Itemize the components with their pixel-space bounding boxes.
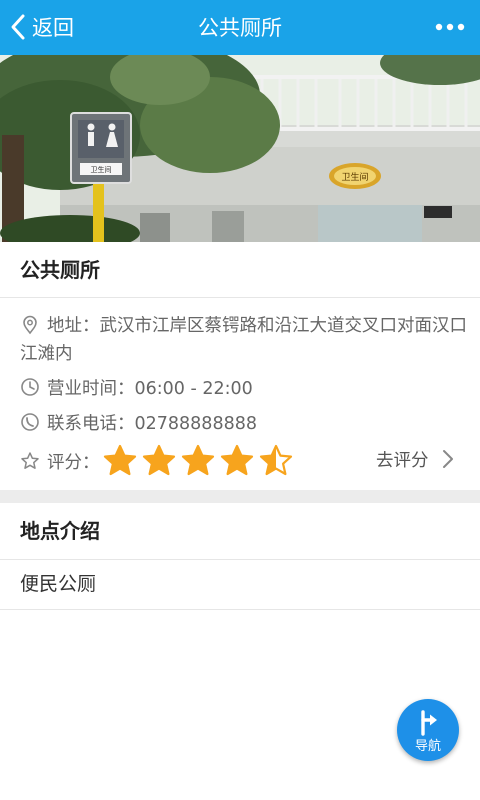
sign-text: 卫生间 (91, 165, 112, 174)
phone-icon (21, 413, 39, 431)
hours-label: 营业时间： (47, 379, 135, 399)
hours-row: 营业时间：06:00 - 22:00 (47, 375, 253, 400)
intro-title: 地点介绍 (0, 503, 480, 560)
rate-button-label: 去评分 (376, 450, 429, 471)
page-title: 公共厕所 (198, 16, 282, 40)
star-full-icon (220, 444, 254, 476)
navigate-button[interactable]: 导航 (397, 699, 459, 761)
rating-stars (102, 443, 297, 479)
rating-label: 评分： (47, 453, 100, 473)
top-nav-bar: 返回 公共厕所 (0, 0, 480, 55)
star-half-icon (259, 444, 293, 476)
plaque-text: 卫生间 (341, 171, 368, 183)
rate-button[interactable]: 去评分 (376, 444, 455, 474)
phone-value[interactable]: 02788888888 (135, 414, 257, 434)
star-full-icon (142, 444, 176, 476)
star-full-icon (181, 444, 215, 476)
phone-label: 联系电话： (47, 414, 135, 434)
phone-row[interactable]: 联系电话：02788888888 (47, 410, 257, 435)
navigate-label: 导航 (414, 739, 441, 754)
place-photo: 卫生间 卫生间 (0, 55, 480, 242)
star-full-icon (103, 444, 137, 476)
address-label: 地址： (47, 316, 100, 336)
more-button[interactable] (430, 12, 470, 42)
hours-value: 06:00 - 22:00 (134, 379, 253, 399)
star-outline-icon (21, 452, 39, 469)
place-name: 公共厕所 (0, 242, 480, 298)
address-text: 地址：武汉市江岸区蔡锷路和沿江大道交叉口对面汉口江滩内 (20, 312, 470, 368)
chevron-right-icon (442, 450, 453, 468)
more-dots-icon (435, 23, 465, 31)
clock-icon (21, 378, 39, 396)
navigation-turn-icon (421, 710, 437, 736)
section-divider (0, 490, 480, 503)
intro-content: 便民公厕 (0, 560, 480, 610)
